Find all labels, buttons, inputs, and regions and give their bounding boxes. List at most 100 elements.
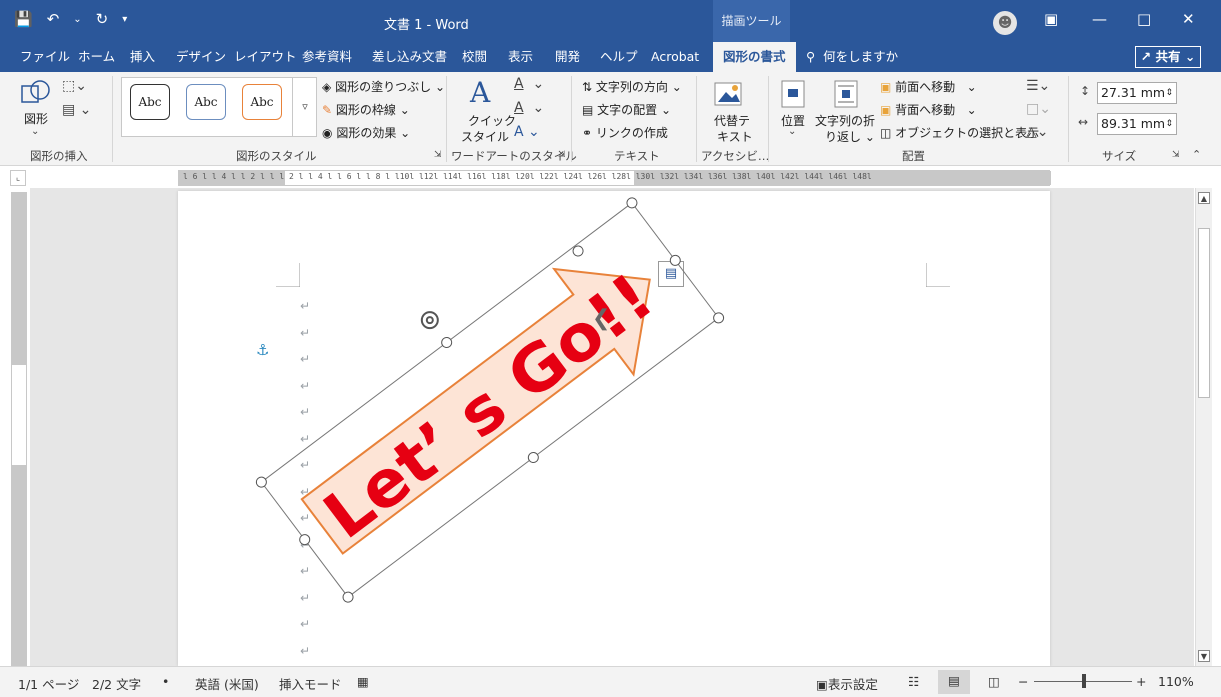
minimize-icon[interactable]: — [1092,10,1107,28]
rotate-icon[interactable]: △⌄ [1026,124,1049,140]
insert-mode[interactable]: 挿入モード [279,674,342,693]
shapes-dropdown-icon[interactable]: ⌄ [31,126,39,137]
shapes-icon[interactable] [20,78,52,110]
zoom-in-icon[interactable]: + [1136,674,1146,689]
shape-outline-button[interactable]: ✎ 図形の枠線 ⌄ [322,101,410,118]
page-count[interactable]: 1/1 ページ [18,674,79,693]
macro-record-icon[interactable]: ▦ [357,674,369,689]
tab-acrobat[interactable]: Acrobat [651,42,699,72]
align-text-button[interactable]: ▤ 文字の配置 ⌄ [582,101,671,118]
create-link-button[interactable]: ⚭ リンクの作成 [582,124,668,141]
adjust-handle[interactable] [571,244,585,258]
tab-mailings[interactable]: 差し込み文書 [372,42,447,72]
undo-icon[interactable]: ↶ [47,10,60,28]
ribbon-display-options-icon[interactable]: ▣ [1044,10,1058,28]
vertical-scrollbar[interactable]: ▲ ▼ [1195,188,1212,666]
align-icon[interactable]: ☰⌄ [1026,78,1050,94]
wordart-text[interactable]: Let’ s Go!! [311,260,667,554]
account-avatar-icon[interactable]: ☻ [993,11,1017,35]
text-direction-button[interactable]: ⇅ 文字列の方向 ⌄ [582,78,682,95]
text-box-icon[interactable]: ▤ ⌄ [62,102,91,118]
tab-insert[interactable]: 挿入 [130,42,155,72]
read-mode-icon[interactable]: ☷ [908,674,919,689]
position-dropdown-icon[interactable]: ⌄ [788,126,796,137]
quick-style-icon[interactable]: A [470,76,490,109]
rotate-handle-icon[interactable] [420,311,439,330]
shape-fill-button[interactable]: ◈ 図形の塗りつぶし ⌄ [322,78,445,95]
resize-handle[interactable] [440,335,454,349]
wordart-shape[interactable]: Let’ s Go!! [30,188,1194,666]
language-indicator[interactable]: 英語 (米国) [195,674,259,693]
shape-effects-button[interactable]: ◉ 図形の効果 ⌄ [322,124,410,141]
group-icon[interactable]: □⌄ [1026,101,1051,117]
collapse-ribbon-icon[interactable]: ⌃ [1192,148,1201,161]
resize-handle[interactable] [625,196,639,210]
zoom-slider-thumb[interactable] [1082,674,1086,688]
horizontal-ruler[interactable]: l 6 l l 4 l l 2 l l l 2 l l 4 l l 6 l l … [178,170,1051,186]
resize-handle[interactable] [712,311,726,325]
text-effects-icon[interactable]: A ⌄ [514,124,540,140]
alt-text-icon[interactable] [714,80,744,108]
shape-style-dark[interactable]: Abc [130,84,170,120]
bring-forward-button[interactable]: ▣ 前面へ移動 ⌄ [880,78,977,95]
quick-style-label-2[interactable]: スタイル [461,128,509,145]
send-backward-button[interactable]: ▣ 背面へ移動 ⌄ [880,101,977,118]
alt-text-label-1[interactable]: 代替テ [714,112,750,129]
tab-layout[interactable]: レイアウト [234,42,297,72]
quick-style-label-1[interactable]: クイック [468,112,516,129]
tab-references[interactable]: 参考資料 [302,42,352,72]
edit-shape-icon[interactable]: ⬚⌄ [62,78,87,94]
dialog-launcher-icon[interactable]: ⇲ [1172,150,1180,160]
tab-home[interactable]: ホーム [78,42,115,72]
scroll-down-icon[interactable]: ▼ [1198,650,1210,662]
tab-file[interactable]: ファイル [20,42,70,72]
tab-developer[interactable]: 開発 [555,42,580,72]
wrap-text-label-1[interactable]: 文字列の折 [815,112,875,129]
web-layout-icon[interactable]: ◫ [988,674,1000,689]
tab-help[interactable]: ヘルプ [600,42,638,72]
share-button[interactable]: ↗ 共有 ⌄ [1135,46,1201,68]
close-icon[interactable]: ✕ [1182,10,1195,28]
resize-handle[interactable] [668,253,682,267]
alt-text-label-2[interactable]: キスト [717,128,753,145]
gallery-more-icon[interactable]: ▿ [292,77,317,137]
resize-handle[interactable] [298,533,312,547]
print-layout-icon[interactable]: ▤ [938,670,970,694]
position-icon[interactable] [781,80,807,108]
resize-handle[interactable] [254,475,268,489]
tab-review[interactable]: 校閲 [462,42,487,72]
resize-handle[interactable] [526,450,540,464]
resize-handle[interactable] [341,590,355,604]
shape-height-input[interactable]: 27.31 mm ⇕ [1097,82,1177,104]
shape-style-orange[interactable]: Abc [242,84,282,120]
scroll-thumb[interactable] [1198,228,1210,398]
tab-view[interactable]: 表示 [508,42,533,72]
dialog-launcher-icon[interactable]: ⇲ [434,150,442,160]
tell-me-search[interactable]: ⚲ 何をしますか [806,42,898,72]
shape-width-input[interactable]: 89.31 mm ⇕ [1097,113,1177,135]
customize-icon[interactable]: ▾ [122,14,127,25]
wrap-text-icon[interactable] [834,80,860,108]
zoom-out-icon[interactable]: − [1018,674,1028,689]
display-settings-button[interactable]: ▣表示設定 [816,674,878,693]
redo-icon[interactable]: ↻ [96,10,109,28]
zoom-level[interactable]: 110% [1158,674,1194,689]
maximize-icon[interactable]: □ [1137,10,1151,28]
vertical-ruler[interactable] [11,192,27,666]
tab-shape-format[interactable]: 図形の書式 [713,42,796,72]
undo-dropdown-icon[interactable]: ⌄ [73,14,81,25]
height-spinner-icon[interactable]: ⇕ [1165,83,1173,103]
selection-pane-button[interactable]: ◫ オブジェクトの選択と表示 [880,124,1039,141]
shapes-label[interactable]: 図形 [24,110,48,127]
dialog-launcher-icon[interactable]: ⇲ [558,150,566,160]
save-icon[interactable]: 💾 [14,10,33,28]
tab-design[interactable]: デザイン [176,42,226,72]
scroll-up-icon[interactable]: ▲ [1198,192,1210,204]
word-count[interactable]: 2/2 文字 [92,674,141,693]
text-fill-icon[interactable]: A ⌄ [514,76,544,92]
tab-selector-icon[interactable]: ⌞ [10,170,26,186]
wrap-text-label-2[interactable]: り返し ⌄ [825,128,875,145]
text-outline-icon[interactable]: A ⌄ [514,100,544,116]
width-spinner-icon[interactable]: ⇕ [1165,114,1173,134]
shape-style-blue[interactable]: Abc [186,84,226,120]
